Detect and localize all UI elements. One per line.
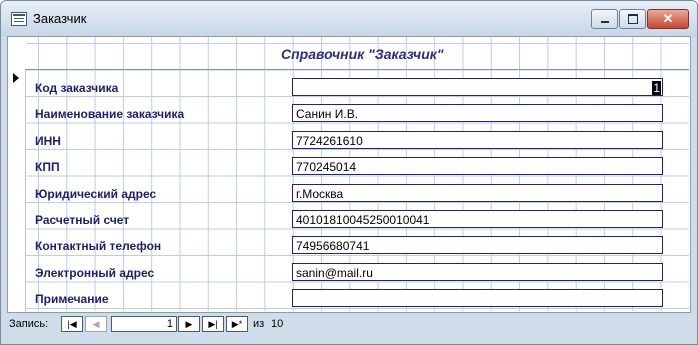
current-record-input[interactable]: 1	[111, 316, 177, 332]
form-app-icon	[11, 12, 27, 26]
record-selector[interactable]	[8, 69, 26, 311]
inn-field[interactable]: 7724261610	[292, 131, 663, 149]
customer-code-value: 1	[652, 81, 661, 95]
label-email: Электронный адрес	[35, 266, 155, 280]
kpp-field[interactable]: 770245014	[292, 157, 663, 175]
label-contact-phone: Контактный телефон	[35, 239, 162, 253]
form-body: Справочник "Заказчик" Код заказчика 1 На…	[7, 36, 691, 313]
first-record-button[interactable]: |◀	[61, 316, 83, 332]
label-legal-address: Юридический адрес	[35, 187, 157, 201]
label-notes: Примечание	[35, 292, 109, 306]
form-header: Справочник "Заказчик"	[26, 37, 689, 70]
label-customer-name: Наименование заказчика	[35, 107, 185, 121]
previous-record-button[interactable]: ◀	[85, 316, 107, 332]
bank-account-field[interactable]: 40101810045250010041	[292, 210, 663, 228]
next-record-button[interactable]: ▶	[178, 316, 200, 332]
record-label: Запись:	[9, 318, 49, 330]
record-of-label: из	[253, 318, 265, 330]
label-customer-code: Код заказчика	[35, 81, 119, 95]
customer-code-field[interactable]: 1	[292, 78, 663, 96]
contact-phone-field[interactable]: 74956680741	[292, 236, 663, 254]
previous-record-icon: ◀	[92, 319, 100, 329]
minimize-button[interactable]	[591, 9, 618, 29]
new-record-icon: ▶*	[231, 319, 243, 329]
customer-name-field[interactable]: Санин И.В.	[292, 104, 663, 122]
form-title: Справочник "Заказчик"	[281, 46, 444, 62]
total-records: 10	[271, 318, 284, 330]
first-record-icon: |◀	[67, 319, 77, 329]
maximize-button[interactable]	[619, 9, 646, 29]
label-bank-account: Расчетный счет	[35, 213, 130, 227]
new-record-button[interactable]: ▶*	[226, 316, 248, 332]
minimize-icon	[601, 21, 609, 23]
title-bar[interactable]: Заказчик ✕	[1, 1, 697, 37]
legal-address-field[interactable]: г.Москва	[292, 184, 663, 202]
current-record-arrow-icon	[13, 73, 19, 83]
next-record-icon: ▶	[185, 319, 193, 329]
label-inn: ИНН	[35, 134, 61, 148]
last-record-button[interactable]: ▶|	[202, 316, 224, 332]
close-icon: ✕	[662, 11, 674, 26]
maximize-icon	[628, 14, 638, 24]
window-title: Заказчик	[33, 11, 87, 26]
email-field[interactable]: sanin@mail.ru	[292, 263, 663, 281]
close-button[interactable]: ✕	[647, 9, 689, 29]
record-navigation-bar: Запись: |◀ ◀ 1 ▶ ▶| ▶* из 10	[7, 313, 689, 335]
notes-field[interactable]	[292, 289, 663, 307]
label-kpp: КПП	[35, 160, 60, 174]
last-record-icon: ▶|	[208, 319, 218, 329]
